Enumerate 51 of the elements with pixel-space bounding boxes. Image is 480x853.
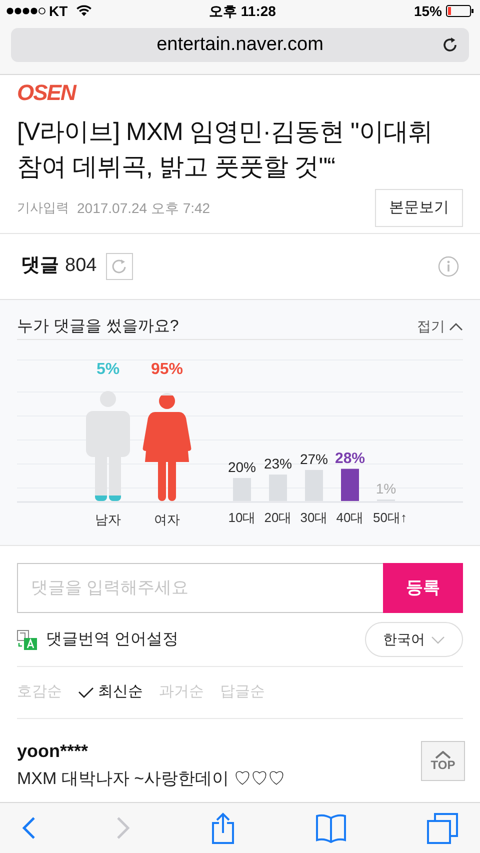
age-label: 20대: [264, 510, 292, 525]
translate-icon: [17, 630, 38, 650]
refresh-icon[interactable]: [106, 253, 133, 280]
submit-button[interactable]: 등록: [383, 563, 463, 613]
gender-label: 여자: [154, 511, 180, 529]
comments-label: 댓글: [21, 254, 59, 278]
comment-input[interactable]: 댓글을 입력해주세요: [17, 563, 383, 613]
sort-option[interactable]: 최신순: [78, 681, 143, 704]
age-label: 50대↑: [373, 510, 407, 525]
battery-percent: 15%: [414, 2, 442, 20]
age-percent: 20%: [228, 459, 256, 475]
gender-label: 남자: [95, 511, 121, 529]
tabs-icon[interactable]: [427, 812, 458, 844]
share-icon[interactable]: [210, 812, 234, 844]
article-date: 2017.07.24 오후 7:42: [77, 198, 210, 218]
chevron-up-icon: [449, 322, 463, 331]
signal-icon: [6, 7, 46, 15]
carrier-name: KT: [49, 2, 68, 20]
url-text: entertain.naver.com: [156, 32, 324, 57]
bookmarks-icon[interactable]: [314, 813, 347, 843]
date-label: 기사입력: [17, 199, 69, 218]
chevron-up-icon: [435, 750, 451, 758]
age-label: 40대: [336, 510, 364, 525]
gender-percent: 95%: [150, 360, 184, 380]
reload-icon[interactable]: [441, 36, 459, 54]
check-icon: [78, 686, 94, 698]
comment-user: yoon****: [17, 740, 88, 762]
gender-percent: 5%: [96, 360, 120, 380]
translation-label: 댓글번역 언어설정: [46, 630, 178, 650]
wifi-icon: [76, 5, 92, 17]
view-article-button[interactable]: 본문보기: [375, 189, 463, 227]
stats-title: 누가 댓글을 썼을까요?: [17, 316, 179, 336]
collapse-button[interactable]: 접기: [417, 316, 463, 337]
comment-count: 804: [65, 254, 97, 278]
article-title: [V라이브] MXM 임영민·김동현 "이대휘 참여 데뷔곡, 밝고 풋풋할 것"“: [17, 117, 434, 183]
age-percent: 1%: [376, 480, 396, 496]
address-bar[interactable]: entertain.naver.com: [11, 28, 469, 62]
back-icon[interactable]: [22, 816, 36, 840]
comment-text: MXM 대박나자 ~사랑한데이 ♡♡♡: [17, 768, 285, 790]
language-dropdown[interactable]: 한국어: [365, 622, 463, 657]
top-button[interactable]: TOP: [421, 741, 465, 781]
age-label: 30대: [300, 510, 328, 525]
info-icon[interactable]: [438, 256, 459, 277]
age-percent: 27%: [300, 450, 328, 467]
age-percent: 28%: [334, 450, 366, 467]
source-logo: OSEN: [17, 81, 76, 105]
age-label: 10대: [228, 510, 256, 525]
clock-time: 오후 11:28: [209, 2, 276, 20]
battery-icon: [446, 5, 474, 17]
age-percent: 23%: [264, 456, 292, 472]
chevron-down-icon: [431, 636, 445, 644]
